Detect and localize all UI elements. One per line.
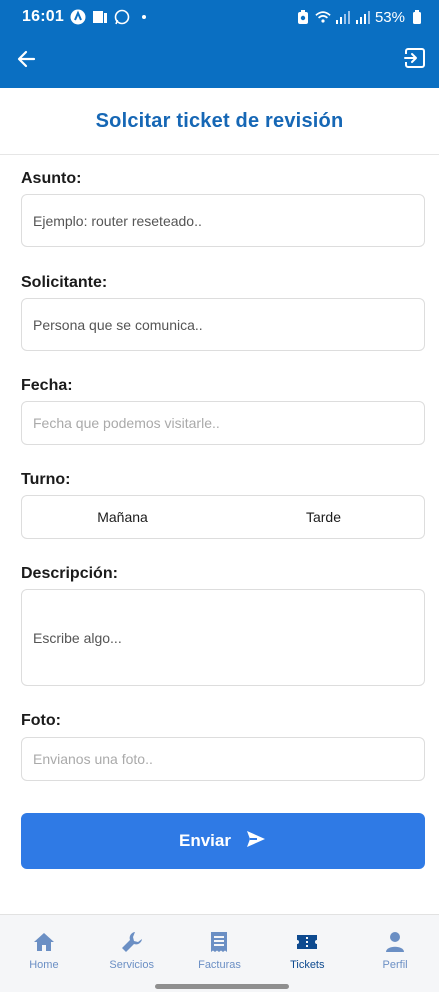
nav-label-home: Home xyxy=(29,959,59,971)
back-arrow-icon[interactable] xyxy=(14,46,40,72)
fecha-input[interactable]: Fecha que podemos visitarle.. xyxy=(21,401,425,445)
enviar-button[interactable]: Enviar xyxy=(21,813,425,869)
app-bar xyxy=(0,34,439,88)
solicitante-label: Solicitante: xyxy=(21,274,108,291)
wrench-icon xyxy=(119,929,145,955)
battery-icon xyxy=(409,9,425,25)
status-bar: 16:01 53% xyxy=(0,0,439,34)
logout-icon[interactable] xyxy=(401,44,429,72)
home-indicator-bar[interactable] xyxy=(155,984,289,989)
page-title: Solcitar ticket de revisión xyxy=(95,109,344,132)
app-notification-icon xyxy=(70,9,86,25)
nav-label-perfil: Perfil xyxy=(382,959,408,971)
person-icon xyxy=(382,929,408,955)
turno-label: Turno: xyxy=(21,471,71,488)
descripcion-label: Descripción: xyxy=(21,565,118,582)
nav-item-servicios[interactable]: Servicios xyxy=(88,915,176,992)
fecha-label: Fecha: xyxy=(21,377,73,394)
nav-label-tickets: Tickets xyxy=(290,959,325,971)
turno-selector: Mañana Tarde xyxy=(21,495,425,539)
nav-label-facturas: Facturas xyxy=(198,959,241,971)
solicitante-input[interactable]: Persona que se comunica.. xyxy=(21,298,425,351)
nav-item-tickets[interactable]: Tickets xyxy=(263,915,351,992)
send-icon xyxy=(245,828,267,855)
wifi-icon xyxy=(315,9,331,25)
home-icon xyxy=(31,929,57,955)
turno-option-manana[interactable]: Mañana xyxy=(22,496,223,538)
ticket-icon xyxy=(294,929,320,955)
asunto-input[interactable]: Ejemplo: router reseteado.. xyxy=(21,194,425,247)
foto-input[interactable]: Envianos una foto.. xyxy=(21,737,425,781)
bottom-navigation: Home Servicios Facturas Tickets Perfil xyxy=(0,914,439,992)
whatsapp-notification-icon xyxy=(114,9,130,25)
foto-label: Foto: xyxy=(21,712,61,729)
nav-item-facturas[interactable]: Facturas xyxy=(176,915,264,992)
asunto-label: Asunto: xyxy=(21,170,82,187)
signal-icon-1 xyxy=(335,9,351,25)
more-notifications-dot-icon xyxy=(136,9,152,25)
receipt-icon xyxy=(206,929,232,955)
media-notification-icon xyxy=(92,9,108,25)
page-header: Solcitar ticket de revisión xyxy=(0,88,439,155)
enviar-button-label: Enviar xyxy=(179,831,231,850)
signal-icon-2 xyxy=(355,9,371,25)
nav-label-servicios: Servicios xyxy=(109,959,154,971)
battery-saver-icon xyxy=(295,9,311,25)
nav-item-perfil[interactable]: Perfil xyxy=(351,915,439,992)
status-time: 16:01 xyxy=(22,8,64,25)
nav-item-home[interactable]: Home xyxy=(0,915,88,992)
descripcion-textarea[interactable]: Escribe algo... xyxy=(21,589,425,686)
battery-percent: 53% xyxy=(374,8,405,26)
turno-option-tarde[interactable]: Tarde xyxy=(223,496,424,538)
